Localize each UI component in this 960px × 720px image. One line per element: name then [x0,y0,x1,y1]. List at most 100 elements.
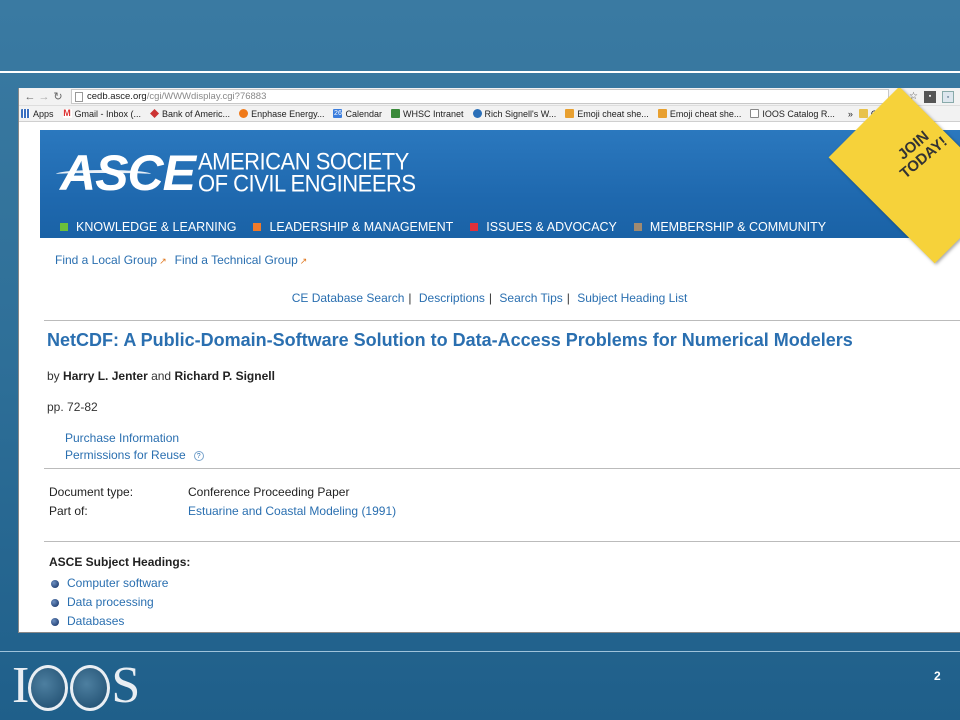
bullet-icon [51,579,59,588]
nav-square-icon [253,223,262,231]
nav-square-icon [633,223,642,231]
url-host: cedb.asce.org [87,91,147,102]
author-2: Richard P. Signell [174,369,275,383]
globe-icon [70,665,111,711]
database-links: CE Database Search | Descriptions | Search… [291,291,688,305]
subject-link[interactable]: Data processing [67,593,154,612]
document-type-value: Conference Proceeding Paper [188,485,350,499]
bookmark-label: Calendar [345,108,382,119]
main-nav-item[interactable]: LEADERSHIP & MANAGEMENT [253,220,453,234]
bullet-icon [51,617,59,626]
url-field[interactable]: cedb.asce.org/cgi/WWWdisplay.cgi?76883 [71,89,889,104]
site-icon [472,109,482,118]
bullet-icon [51,598,59,607]
globe-icon [28,665,69,711]
document-icon [750,109,760,118]
emoji-icon [657,109,667,118]
record-links: Purchase Information Permissions for Reu… [65,430,204,464]
main-nav-item[interactable]: MEMBERSHIP & COMMUNITY [633,220,827,234]
part-of-link[interactable]: Estuarine and Coastal Modeling (1991) [188,502,396,521]
subject-headings: ASCE Subject Headings: Computer software… [49,553,190,631]
subject-link[interactable]: Databases [67,612,124,631]
bookmark-item[interactable]: Bank of Americ... [150,109,230,119]
slide-top-rule [0,71,960,73]
bookmark-item[interactable]: IOOS Catalog R... [750,109,835,119]
bookmark-item[interactable]: Emoji cheat she... [657,108,742,119]
bookmark-label: Enphase Energy... [251,108,325,119]
subject-heading-list-link[interactable]: Subject Heading List [577,291,687,305]
permissions-link[interactable]: Permissions for Reuse [65,448,186,462]
calendar-icon: 26 [333,109,343,118]
bookmark-label: Rich Signell's W... [484,108,557,119]
find-local-group-link[interactable]: Find a Local Group ↗ [55,253,167,267]
emoji-icon [565,109,575,118]
divider [44,541,960,542]
external-arrow-icon: ↗ [299,256,308,266]
reload-icon[interactable]: ↻ [51,90,65,103]
ioos-logo-letter: I [12,657,29,714]
record-title: NetCDF: A Public-Domain-Software Solutio… [47,330,853,350]
asce-name-line2: OF CIVIL ENGINEERS [198,169,416,198]
bookmarks-bar: Apps M Gmail - Inbox (... Bank of Americ...… [19,106,960,122]
find-technical-group-link[interactable]: Find a Technical Group ↗ [175,253,308,267]
help-icon[interactable]: ? [193,451,204,461]
enphase-icon [239,109,249,118]
divider [44,468,960,469]
subject-item: Databases [51,612,190,631]
asce-header: ASCE AMERICAN SOCIETY OF CIVIL ENGINEERS… [40,88,960,264]
bookmark-item[interactable]: Emoji cheat she... [565,109,649,119]
bookmark-item[interactable]: M Gmail - Inbox (... [62,108,142,119]
bookmark-item[interactable]: Enphase Energy... [239,109,324,119]
whsc-icon [390,109,400,118]
gmail-icon: M [62,108,72,118]
record-pages: pp. 72-82 [47,400,98,414]
divider [44,320,960,321]
nav-square-icon [470,223,479,231]
bookmark-label: Emoji cheat she... [577,108,649,119]
more-bookmarks-button[interactable]: » [848,109,853,119]
record-metadata: Document type: Conference Proceeding Pape… [49,483,396,521]
main-nav: KNOWLEDGE & LEARNING LEADERSHIP & MANAGEM… [40,216,960,238]
bank-icon [150,109,160,118]
bookmark-label: IOOS Catalog R... [762,108,835,119]
record-authors: by Harry L. Jenter and Richard P. Signel… [47,369,275,383]
bookmark-item[interactable]: WHSC Intranet [390,109,464,119]
document-type-label: Document type: [49,485,134,499]
part-of-label: Part of: [49,504,88,518]
subject-link[interactable]: Computer software [67,574,168,593]
logo-swoosh [56,170,151,178]
main-nav-label: ISSUES & ADVOCACY [486,220,617,234]
back-arrow-icon[interactable]: ← [23,91,37,103]
descriptions-link[interactable]: Descriptions [419,291,485,305]
external-arrow-icon: ↗ [159,256,167,266]
ioos-logo: I S [12,657,140,714]
ioos-logo-letter: S [111,657,140,714]
nav-square-icon [60,223,68,231]
bookmark-label: Emoji cheat she... [669,108,742,119]
bookmark-label: Bank of Americ... [162,108,231,119]
subject-headings-title: ASCE Subject Headings: [49,555,191,569]
bookmark-item[interactable]: Rich Signell's W... [472,108,557,119]
extension-icon[interactable]: ▪ [924,90,936,103]
main-nav-label: LEADERSHIP & MANAGEMENT [269,220,454,234]
main-nav-label: KNOWLEDGE & LEARNING [76,220,237,234]
main-nav-item[interactable]: ISSUES & ADVOCACY [470,220,617,234]
author-1: Harry L. Jenter [63,369,148,383]
url-path: /cgi/WWWdisplay.cgi?76883 [146,91,267,102]
ce-database-search-link[interactable]: CE Database Search [292,291,405,305]
subject-item: Computer software [51,574,190,593]
bookmark-item[interactable]: 26 Calendar [333,109,382,119]
bookmark-item[interactable]: Apps [21,109,54,119]
purchase-information-link[interactable]: Purchase Information [65,430,204,447]
address-bar-row: ← → ↻ cedb.asce.org/cgi/WWWdisplay.cgi?7… [19,88,960,106]
sub-nav: Find a Local Group ↗ Find a Technical Gro… [55,253,307,267]
search-tips-link[interactable]: Search Tips [499,291,562,305]
bookmark-label: Gmail - Inbox (... [74,108,142,119]
apps-icon [21,109,30,118]
forward-arrow-icon[interactable]: → [37,91,51,103]
main-nav-item[interactable]: KNOWLEDGE & LEARNING [60,220,236,234]
extension-2-icon[interactable]: ▫ [942,90,954,103]
main-nav-label: MEMBERSHIP & COMMUNITY [649,220,827,234]
page-icon [75,91,83,102]
bookmark-label: Apps [33,108,54,119]
